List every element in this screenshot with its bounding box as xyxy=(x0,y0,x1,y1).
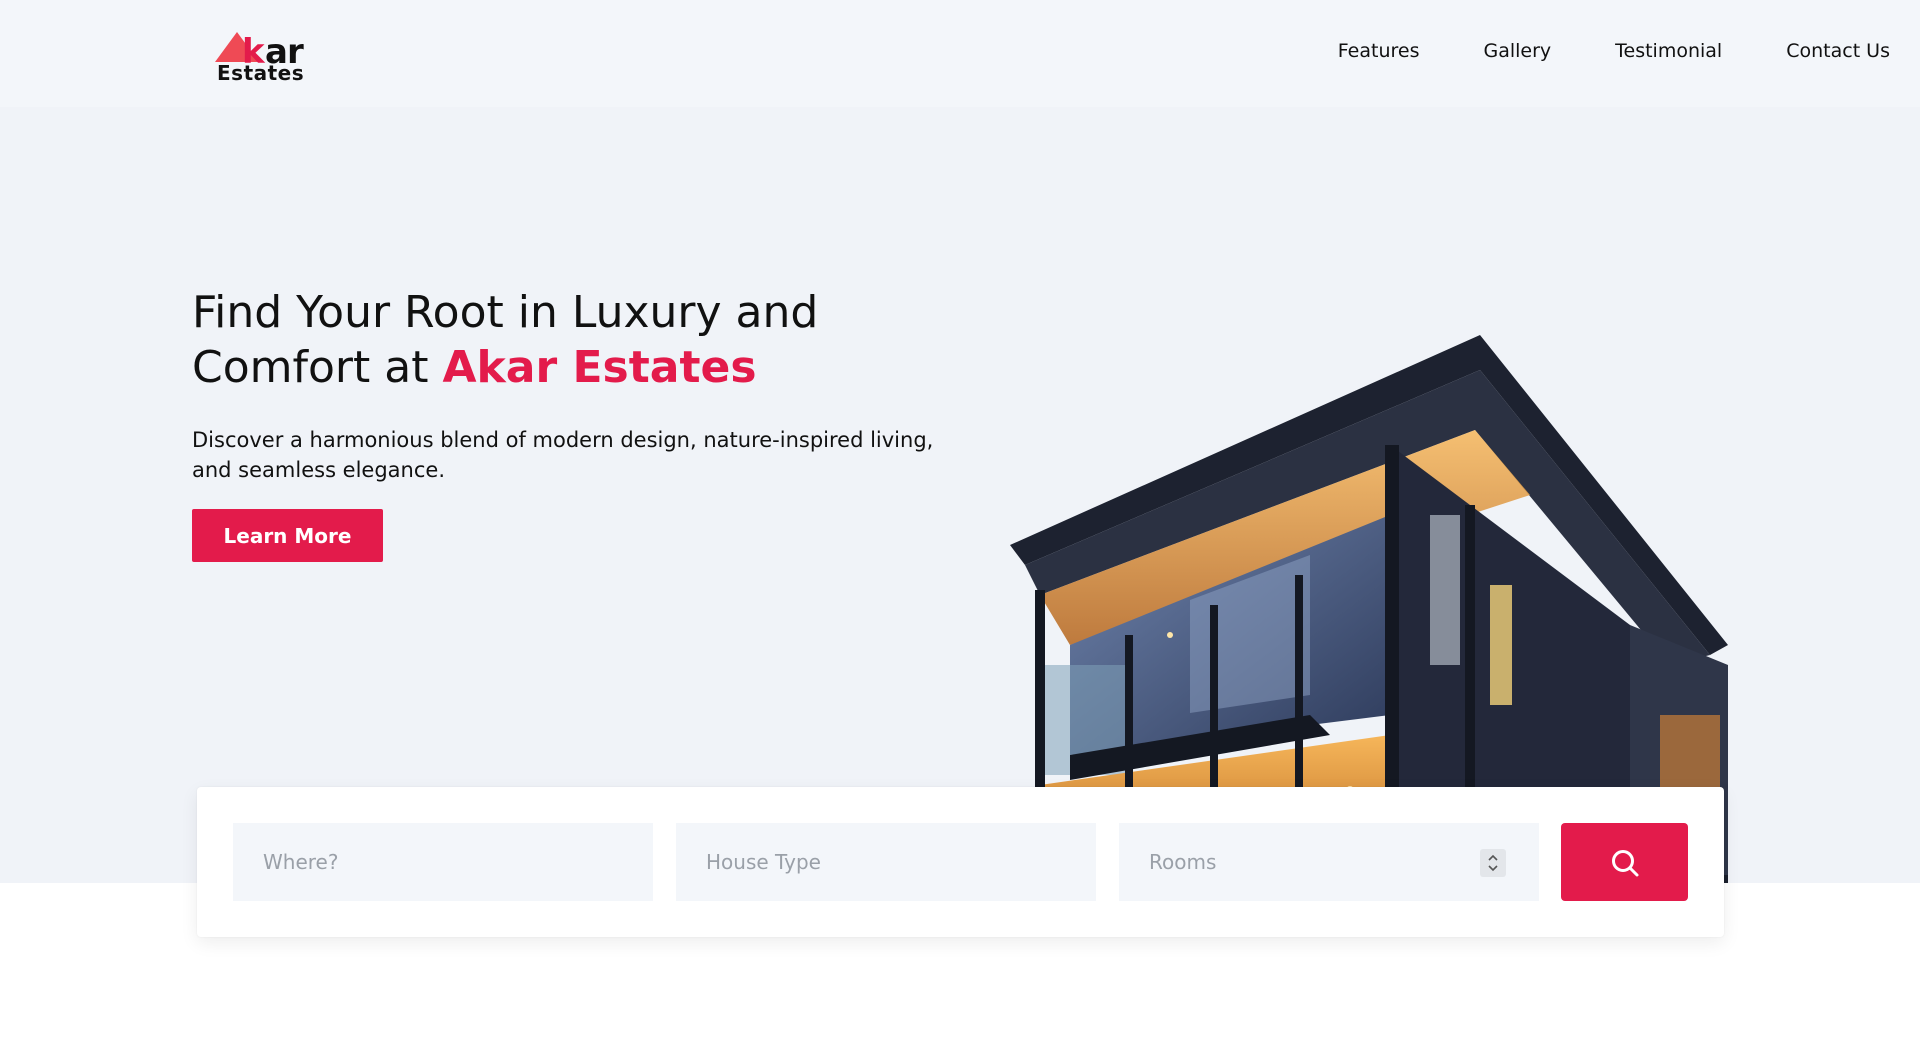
logo-estates: Estates xyxy=(217,61,305,85)
hero-section: Find Your Root in Luxury and Comfort at … xyxy=(0,107,1920,883)
learn-more-button[interactable]: Learn More xyxy=(192,509,383,562)
nav-contact-us[interactable]: Contact Us xyxy=(1786,40,1890,62)
nav-testimonial[interactable]: Testimonial xyxy=(1615,40,1722,62)
rooms-stepper[interactable] xyxy=(1480,849,1506,877)
headline-brand: Akar Estates xyxy=(442,342,757,393)
site-header: k ar Estates Features Gallery Testimonia… xyxy=(0,0,1920,107)
hero-subtext: Discover a harmonious blend of modern de… xyxy=(192,428,934,482)
headline-line2: Comfort at xyxy=(192,342,443,393)
hero-headline: Find Your Root in Luxury and Comfort at … xyxy=(192,285,1012,395)
property-search-panel xyxy=(197,787,1724,937)
nav-features[interactable]: Features xyxy=(1338,40,1420,62)
where-input[interactable] xyxy=(233,823,653,901)
main-nav: Features Gallery Testimonial Contact Us xyxy=(1274,40,1890,62)
akar-estates-logo[interactable]: k ar Estates xyxy=(215,28,315,85)
nav-gallery[interactable]: Gallery xyxy=(1483,40,1551,62)
headline-line1: Find Your Root in Luxury and xyxy=(192,287,819,338)
stepper-arrows-icon xyxy=(1488,854,1498,872)
search-button[interactable] xyxy=(1561,823,1688,901)
house-type-input[interactable] xyxy=(676,823,1096,901)
search-icon xyxy=(1612,850,1639,877)
rooms-input[interactable] xyxy=(1119,823,1539,901)
